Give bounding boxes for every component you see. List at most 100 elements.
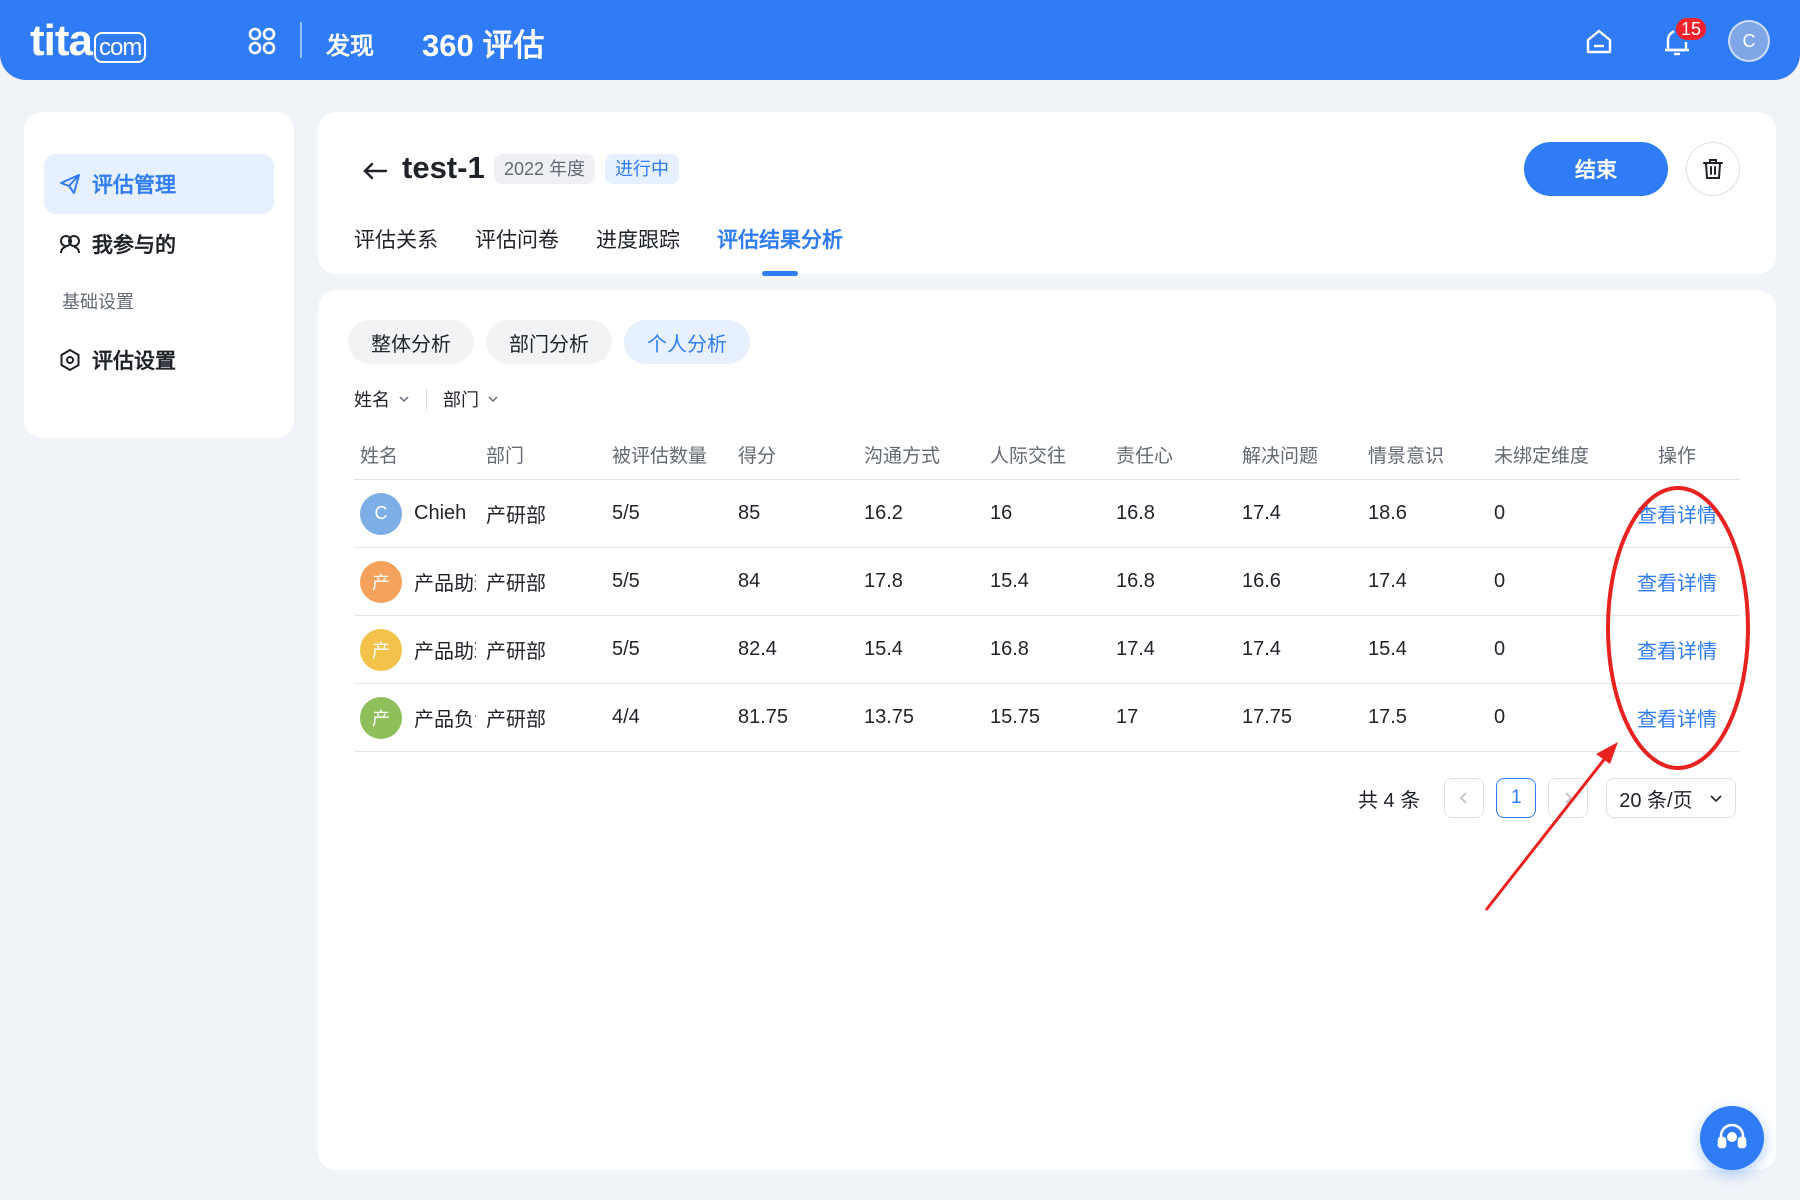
- chevron-left-icon: [1460, 792, 1467, 804]
- communication-cell: 16.2: [864, 502, 903, 524]
- column-header[interactable]: 人际交往: [984, 441, 1110, 468]
- column-header[interactable]: 沟通方式: [858, 441, 984, 468]
- unbound-dimension-cell: 0: [1494, 706, 1506, 728]
- interpersonal-cell: 16.8: [990, 638, 1029, 660]
- responsibility-cell: 16.8: [1116, 570, 1155, 592]
- person-name: 产品负责人: [414, 709, 476, 731]
- view-details-link[interactable]: 查看详情: [1637, 573, 1717, 595]
- status-badge: 进行中: [605, 154, 679, 184]
- situational-awareness-cell: 18.6: [1368, 502, 1407, 524]
- unbound-dimension-cell: 0: [1494, 502, 1506, 524]
- filter-name[interactable]: 姓名: [354, 386, 410, 412]
- end-button[interactable]: 结束: [1524, 142, 1668, 196]
- tita-logo[interactable]: tita com: [30, 16, 147, 66]
- column-header[interactable]: 责任心: [1110, 441, 1236, 468]
- analysis-panel: 整体分析 部门分析 个人分析 姓名 部门 姓名 部门 被评估数量 得分 沟通方式…: [318, 290, 1776, 1170]
- nav-discover[interactable]: 发现: [326, 26, 374, 61]
- sidebar: 评估管理 我参与的 基础设置 评估设置: [24, 112, 294, 438]
- home-icon[interactable]: [1584, 27, 1614, 57]
- actions-cell: 查看详情: [1614, 703, 1740, 732]
- column-header[interactable]: 未绑定维度: [1488, 441, 1614, 468]
- tab-result-analysis[interactable]: 评估结果分析: [717, 224, 843, 276]
- sidebar-item-assessment-settings[interactable]: 评估设置: [44, 330, 274, 390]
- column-header[interactable]: 部门: [480, 441, 606, 468]
- filter-label: 姓名: [354, 390, 390, 410]
- situational-awareness-cell: 17.5: [1368, 706, 1407, 728]
- sidebar-section-basic-settings: 基础设置: [62, 292, 134, 312]
- prev-page-button[interactable]: [1444, 778, 1485, 818]
- column-header[interactable]: 姓名: [354, 441, 480, 468]
- actions-cell: 查看详情: [1614, 635, 1740, 664]
- column-header[interactable]: 得分: [732, 441, 858, 468]
- department-cell: 产研部: [486, 641, 546, 663]
- communication-cell: 17.8: [864, 570, 903, 592]
- problem-solving-cell: 17.4: [1242, 502, 1281, 524]
- assessment-tabs: 评估关系 评估问卷 进度跟踪 评估结果分析: [354, 224, 880, 276]
- chevron-right-icon: [1565, 792, 1573, 804]
- sidebar-item-label: 评估管理: [92, 174, 176, 197]
- next-page-button[interactable]: [1548, 778, 1589, 818]
- column-header[interactable]: 解决问题: [1236, 441, 1362, 468]
- results-table: 姓名 部门 被评估数量 得分 沟通方式 人际交往 责任心 解决问题 情景意识 未…: [354, 430, 1740, 752]
- year-tag: 2022 年度: [494, 154, 596, 184]
- name-cell: C Chieh: [354, 492, 480, 535]
- score-cell: 85: [738, 502, 761, 524]
- actions-cell: 查看详情: [1614, 567, 1740, 596]
- name-cell: 产 产品负责人: [354, 696, 480, 739]
- view-details-link[interactable]: 查看详情: [1637, 709, 1717, 731]
- segment-department[interactable]: 部门分析: [486, 320, 612, 364]
- department-cell: 产研部: [486, 709, 546, 731]
- page-number-button[interactable]: 1: [1496, 778, 1537, 818]
- situational-awareness-cell: 15.4: [1368, 638, 1407, 660]
- situational-awareness-cell: 17.4: [1368, 570, 1407, 592]
- evaluated-count-cell: 4/4: [612, 706, 640, 728]
- unbound-dimension-cell: 0: [1494, 570, 1506, 592]
- top-divider: [300, 22, 302, 58]
- evaluated-count-cell: 5/5: [612, 570, 640, 592]
- send-icon: [60, 174, 80, 194]
- delete-button[interactable]: [1686, 142, 1740, 196]
- filter-bar: 姓名 部门: [354, 386, 499, 412]
- avatar: 产: [360, 628, 402, 671]
- segment-individual[interactable]: 个人分析: [624, 320, 750, 364]
- chevron-down-icon: [488, 396, 498, 403]
- sidebar-item-participated[interactable]: 我参与的: [44, 214, 274, 274]
- problem-solving-cell: 17.4: [1242, 638, 1281, 660]
- pagination: 共 4 条 1 20 条/页: [1358, 778, 1737, 818]
- communication-cell: 15.4: [864, 638, 903, 660]
- customer-service-button[interactable]: [1700, 1106, 1764, 1170]
- column-header[interactable]: 被评估数量: [606, 441, 732, 468]
- sidebar-item-assessment-management[interactable]: 评估管理: [44, 154, 274, 214]
- page-size-select[interactable]: 20 条/页: [1606, 778, 1737, 818]
- score-cell: 81.75: [738, 706, 789, 728]
- filter-department[interactable]: 部门: [443, 386, 499, 412]
- trash-icon: [1703, 159, 1723, 179]
- gear-icon: [60, 348, 80, 372]
- user-avatar[interactable]: C: [1728, 20, 1770, 62]
- nav-app-title[interactable]: 360 评估: [422, 20, 544, 65]
- tab-questionnaire[interactable]: 评估问卷: [475, 224, 559, 264]
- segment-overall[interactable]: 整体分析: [348, 320, 474, 364]
- table-row[interactable]: 产 产品负责人 产研部 4/4 81.75 13.75 15.75 17 17.…: [354, 684, 1740, 752]
- total-count: 共 4 条: [1358, 789, 1421, 812]
- evaluated-count-cell: 5/5: [612, 638, 640, 660]
- name-cell: 产 产品助理: [354, 560, 480, 603]
- apps-grid-icon[interactable]: [247, 26, 277, 56]
- column-header[interactable]: 情景意识: [1362, 441, 1488, 468]
- department-cell: 产研部: [486, 573, 546, 595]
- interpersonal-cell: 15.75: [990, 706, 1041, 728]
- analysis-segments: 整体分析 部门分析 个人分析: [348, 320, 762, 364]
- back-arrow-icon[interactable]: [360, 156, 390, 186]
- tab-progress[interactable]: 进度跟踪: [596, 224, 680, 264]
- person-name: Chieh: [414, 502, 467, 524]
- table-row[interactable]: C Chieh 产研部 5/5 85 16.2 16 16.8 17.4 18.…: [354, 480, 1740, 548]
- table-row[interactable]: 产 产品助理 产研部 5/5 84 17.8 15.4 16.8 16.6 17…: [354, 548, 1740, 616]
- table-row[interactable]: 产 产品助理 产研部 5/5 82.4 15.4 16.8 17.4 17.4 …: [354, 616, 1740, 684]
- view-details-link[interactable]: 查看详情: [1637, 505, 1717, 527]
- communication-cell: 13.75: [864, 706, 915, 728]
- notification-badge: 15: [1674, 16, 1709, 42]
- view-details-link[interactable]: 查看详情: [1637, 641, 1717, 663]
- chevron-down-icon: [1710, 795, 1722, 803]
- tab-relations[interactable]: 评估关系: [354, 224, 438, 264]
- responsibility-cell: 17: [1116, 706, 1139, 728]
